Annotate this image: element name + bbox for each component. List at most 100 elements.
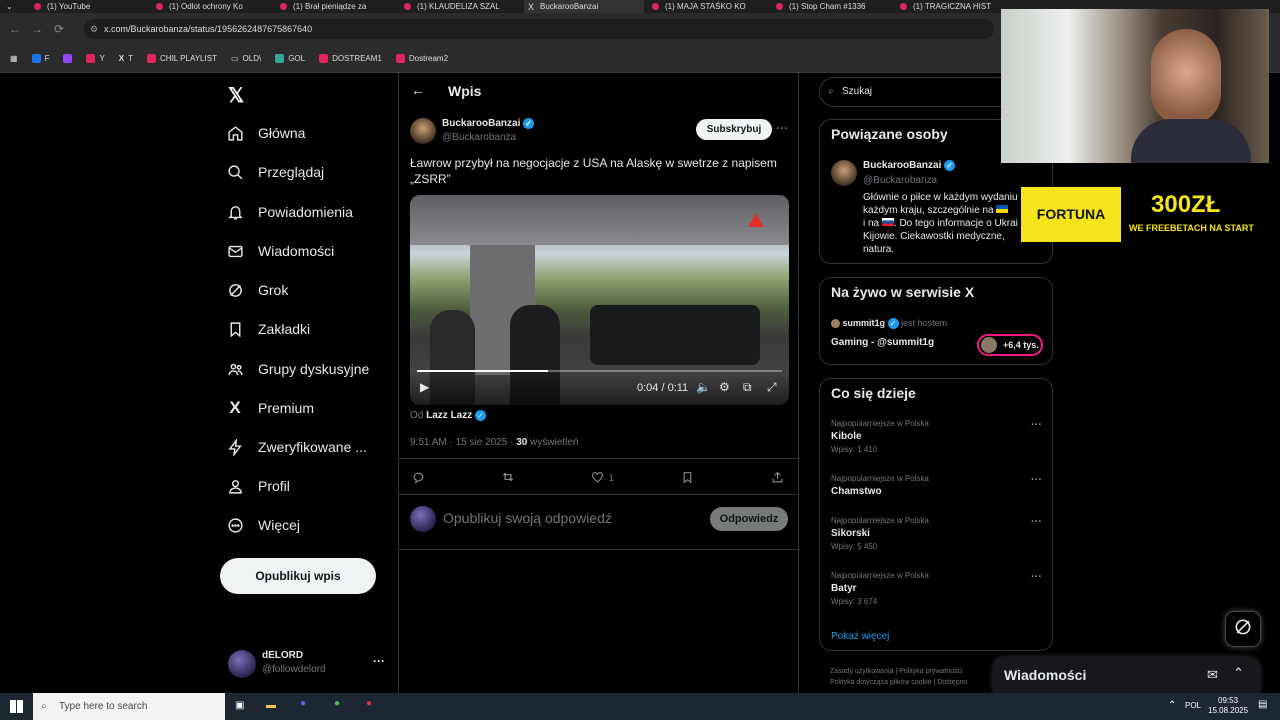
- reply-button[interactable]: [412, 467, 425, 489]
- obs-icon[interactable]: ●: [366, 698, 372, 709]
- trend-item[interactable]: Najpopularniejsze w Polska Chamstwo ···: [831, 474, 1051, 508]
- author-avatar[interactable]: [831, 160, 857, 186]
- bookmark-item[interactable]: XT: [119, 54, 133, 63]
- bookmark-folder[interactable]: ▭ OLD\: [231, 54, 261, 63]
- share-button[interactable]: [771, 467, 784, 489]
- footer-link[interactable]: Zasady użytkowania: [830, 668, 893, 675]
- file-explorer-icon[interactable]: ▬: [266, 700, 276, 711]
- account-switcher[interactable]: dELORD @followdelord ···: [228, 648, 393, 682]
- heart-icon: [591, 471, 604, 486]
- windows-start-icon[interactable]: [10, 700, 23, 713]
- browser-tab-active[interactable]: X BuckarooBanzai: [524, 0, 644, 13]
- sidebar-item-messages[interactable]: Wiadomości: [226, 236, 396, 266]
- live-listeners-badge[interactable]: +6,4 tys.: [977, 334, 1043, 356]
- bookmark-item[interactable]: Y: [86, 54, 105, 63]
- bookmark-button[interactable]: [681, 467, 694, 489]
- browser-tab[interactable]: (1) KLAUDELIZA SZAL: [400, 0, 520, 13]
- sidebar-item-premium[interactable]: X Premium: [226, 393, 396, 423]
- x-logo-icon[interactable]: 𝕏: [228, 83, 244, 108]
- bookmark-item[interactable]: F: [31, 54, 49, 63]
- author-name-row[interactable]: BuckarooBanzai ✓: [442, 118, 535, 129]
- taskbar-search[interactable]: ⌕ Type here to search: [33, 693, 225, 720]
- sidebar-item-more[interactable]: Więcej: [226, 510, 396, 540]
- footer-links: Zasady użytkowania | Polityka prywatnośc…: [830, 668, 968, 686]
- related-name-row[interactable]: BuckarooBanzai ✓: [863, 160, 956, 171]
- trend-item[interactable]: Najpopularniejsze w Polska Sikorski Wpis…: [831, 516, 1051, 561]
- fortuna-logo: FORTUNA: [1021, 187, 1121, 242]
- back-arrow-icon[interactable]: ←: [411, 82, 425, 98]
- live-host[interactable]: summit1g ✓ jest hostem: [831, 318, 947, 330]
- settings-gear-icon[interactable]: ⚙: [719, 380, 730, 394]
- chrome-icon[interactable]: ●: [334, 698, 340, 709]
- like-button[interactable]: 1: [591, 467, 614, 489]
- browser-tab[interactable]: (1) Stop Cham #1336: [772, 0, 892, 13]
- chevron-up-icon[interactable]: ⌃: [1233, 665, 1244, 681]
- trend-item[interactable]: Najpopularniejsze w Polska Batyr Wpisy: …: [831, 571, 1051, 616]
- browser-tab[interactable]: (1) Odlot ochrony Ko: [152, 0, 272, 13]
- footer-link[interactable]: Dostępno: [937, 679, 967, 686]
- browser-tab[interactable]: (1) TRAGICZNA HIST: [896, 0, 1001, 13]
- sidebar-item-home[interactable]: Główna: [226, 118, 396, 148]
- more-dots-icon[interactable]: ···: [1031, 474, 1042, 486]
- sidebar-item-notifications[interactable]: Powiadomienia: [226, 197, 396, 227]
- tab-list-button[interactable]: ⌄: [2, 0, 22, 13]
- volume-icon[interactable]: 🔈: [696, 380, 711, 394]
- bookmark-item[interactable]: [63, 54, 73, 63]
- fortuna-offer: 300ZŁ WE FREEBETACH NA START: [1121, 187, 1261, 242]
- bookmark-item[interactable]: CHIL PLAYLIST: [147, 54, 217, 63]
- browser-tab[interactable]: (1) MAJA STAŚKO KO: [648, 0, 768, 13]
- footer-link[interactable]: Polityka dotycząca plików cookie: [830, 679, 932, 686]
- site-info-icon[interactable]: ⚙: [90, 19, 98, 39]
- post-button[interactable]: Opublikuj wpis: [220, 558, 376, 594]
- sidebar-item-communities[interactable]: Grupy dyskusyjne: [226, 354, 396, 384]
- live-stream-title[interactable]: Gaming - @summit1g: [831, 337, 934, 348]
- trend-item[interactable]: Najpopularniejsze w Polska Kibole Wpisy:…: [831, 419, 1051, 464]
- tray-chevron-icon[interactable]: ⌃: [1168, 700, 1176, 711]
- reply-input[interactable]: Opublikuj swoją odpowiedź: [443, 510, 612, 526]
- play-icon[interactable]: ▶: [420, 380, 429, 394]
- url-bar[interactable]: ⚙ x.com/Buckarobanza/status/1956262487675…: [84, 19, 994, 39]
- sidebar-item-grok[interactable]: Grok: [226, 275, 396, 305]
- language-indicator[interactable]: POL: [1185, 701, 1201, 710]
- card-title: Na żywo w serwisie X: [831, 284, 975, 300]
- reload-button[interactable]: ⟳: [48, 22, 70, 36]
- task-view-icon[interactable]: ▣: [235, 700, 244, 711]
- more-dots-icon[interactable]: ···: [373, 654, 385, 668]
- bookmark-item[interactable]: GOL: [275, 54, 305, 63]
- browser-tab[interactable]: (1) YouTube: [30, 0, 150, 13]
- forward-button[interactable]: →: [26, 22, 48, 36]
- more-dots-icon[interactable]: ···: [1031, 516, 1042, 528]
- sidebar-item-bookmarks[interactable]: Zakładki: [226, 314, 396, 344]
- messages-drawer[interactable]: Wiadomości ✉ ⌃: [993, 657, 1260, 693]
- source-name[interactable]: Lazz Lazz: [426, 410, 472, 421]
- live-on-x-card: Na żywo w serwisie X summit1g ✓ jest hos…: [819, 277, 1053, 365]
- show-more-link[interactable]: Pokaż więcej: [831, 631, 889, 642]
- new-message-icon[interactable]: ✉: [1207, 667, 1218, 683]
- bookmark-item[interactable]: Dostream2: [395, 54, 448, 63]
- clock[interactable]: 09:53 15.08.2025: [1208, 696, 1248, 716]
- youtube-icon: [404, 3, 411, 10]
- home-icon: [226, 124, 244, 142]
- fullscreen-icon[interactable]: ⤢: [767, 380, 777, 395]
- discord-icon[interactable]: ●: [300, 698, 306, 709]
- repost-button[interactable]: [501, 467, 515, 489]
- more-dots-icon[interactable]: ···: [1031, 419, 1042, 431]
- sidebar-item-profile[interactable]: Profil: [226, 471, 396, 501]
- verified-badge-icon: ✓: [475, 410, 487, 421]
- browser-tab[interactable]: (1) Brał pieniądze za: [276, 0, 396, 13]
- author-avatar[interactable]: [410, 118, 436, 144]
- subscribe-button[interactable]: Subskrybuj: [696, 119, 772, 140]
- apps-icon[interactable]: ▦: [10, 54, 18, 63]
- bookmark-item[interactable]: DOSTREAM1: [319, 54, 382, 63]
- more-dots-icon[interactable]: ···: [1031, 571, 1042, 583]
- video-player[interactable]: ▶ 0:04 / 0:11 🔈 ⚙ ⧉ ⤢: [410, 195, 789, 405]
- more-dots-icon[interactable]: ···: [776, 121, 788, 135]
- footer-link[interactable]: Polityka prywatności: [899, 668, 962, 675]
- notifications-icon[interactable]: ▤: [1258, 699, 1267, 710]
- grok-floating-button[interactable]: [1225, 611, 1261, 647]
- back-button[interactable]: ←: [4, 22, 26, 36]
- sidebar-item-verified-orgs[interactable]: Zweryfikowane ...: [226, 432, 396, 462]
- reply-submit-button[interactable]: Odpowiedz: [710, 507, 788, 531]
- pip-icon[interactable]: ⧉: [743, 380, 752, 395]
- sidebar-item-explore[interactable]: Przeglądaj: [226, 157, 396, 187]
